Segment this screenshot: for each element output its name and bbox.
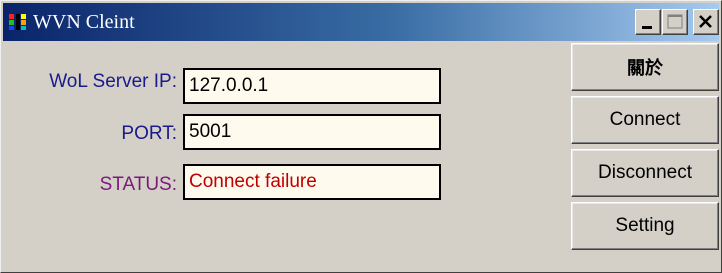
setting-button[interactable]: Setting xyxy=(571,202,719,250)
server-ip-label: WoL Server IP: xyxy=(49,71,177,92)
port-label: PORT: xyxy=(121,123,177,144)
status-label: STATUS: xyxy=(99,174,177,195)
app-window: WVN Cleint WoL Server IP: PORT: STATUS: … xyxy=(0,0,722,273)
close-icon xyxy=(699,15,712,28)
server-ip-field[interactable] xyxy=(183,68,441,104)
window-title: WVN Cleint xyxy=(33,11,135,33)
maximize-button[interactable] xyxy=(662,9,688,35)
minimize-button[interactable] xyxy=(635,9,661,35)
connect-button[interactable]: Connect xyxy=(571,96,719,144)
title-bar[interactable]: WVN Cleint xyxy=(3,3,719,41)
disconnect-button[interactable]: Disconnect xyxy=(571,149,719,197)
status-field: Connect failure xyxy=(183,164,441,200)
port-field[interactable] xyxy=(183,114,441,150)
minimize-icon xyxy=(642,26,652,29)
maximize-icon xyxy=(667,14,683,29)
app-icon[interactable] xyxy=(9,13,27,31)
close-button[interactable] xyxy=(693,9,719,35)
about-button[interactable]: 關於 xyxy=(571,43,719,91)
client-area: WoL Server IP: PORT: STATUS: Connect fai… xyxy=(3,43,719,271)
